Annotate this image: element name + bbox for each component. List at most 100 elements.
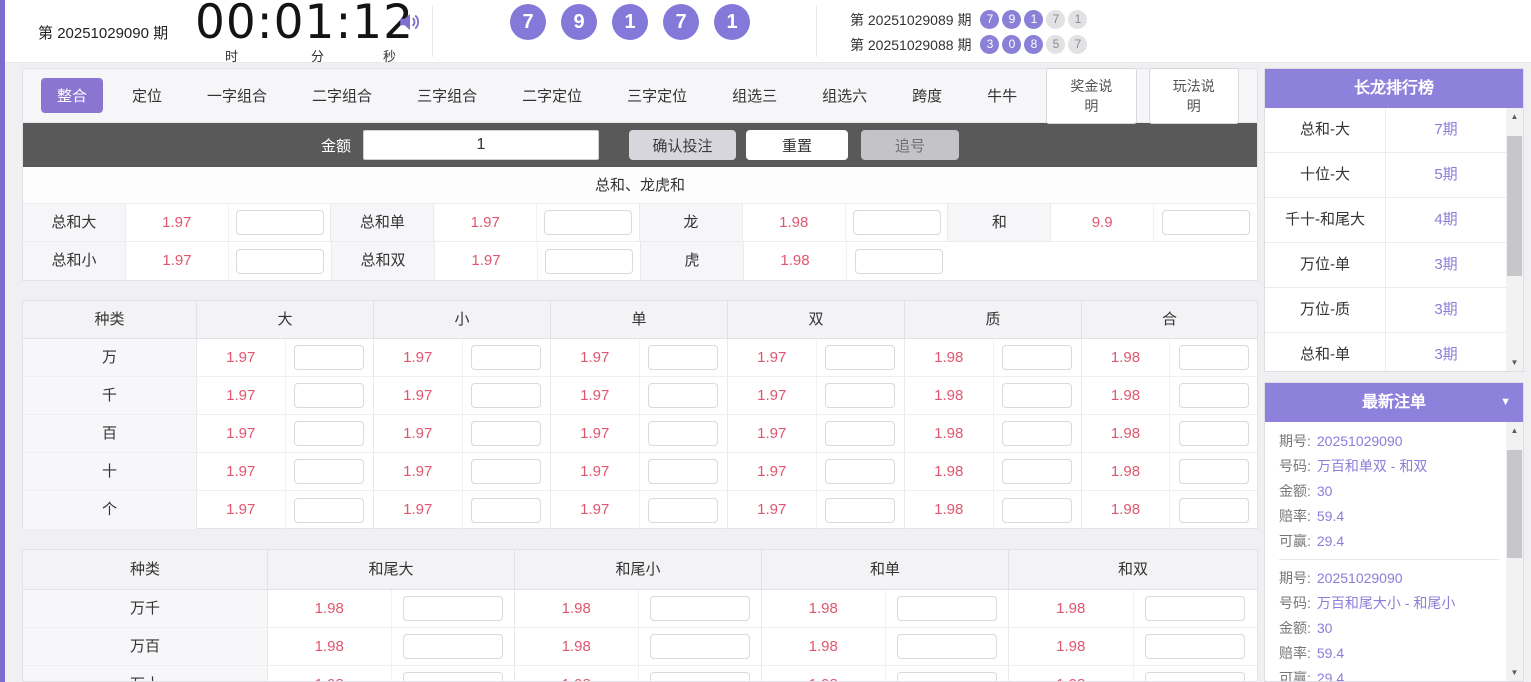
bet-amount-input[interactable] [1179, 498, 1249, 523]
tab-zuxuan-san[interactable]: 组选三 [716, 78, 793, 113]
bet-amount-input[interactable] [648, 421, 718, 446]
rules-info-button[interactable]: 玩法说明 [1149, 68, 1239, 124]
bet-amount-input[interactable] [1002, 459, 1072, 484]
bet-amount-input[interactable] [1162, 210, 1250, 235]
order-win-label: 可赢: [1279, 670, 1311, 681]
bet-amount-input[interactable] [1002, 383, 1072, 408]
tab-erzi-dingwei[interactable]: 二字定位 [506, 78, 598, 113]
bet-amount-input[interactable] [648, 459, 718, 484]
bet-amount-input[interactable] [471, 459, 541, 484]
reset-button[interactable]: 重置 [746, 130, 848, 160]
bet-amount-input[interactable] [294, 383, 364, 408]
play-mode-tabs: 整合 定位 一字组合 二字组合 三字组合 二字定位 三字定位 组选三 组选六 跨… [23, 69, 1257, 123]
scroll-down-icon[interactable]: ▼ [1506, 354, 1523, 371]
amount-input[interactable] [363, 130, 599, 160]
dragon-streak: 5期 [1386, 153, 1506, 197]
tab-erzi-zuhe[interactable]: 二字组合 [296, 78, 388, 113]
chase-number-button[interactable]: 追号 [861, 130, 959, 160]
scroll-up-icon[interactable]: ▲ [1506, 422, 1523, 439]
table-row: 万十 1.98 1.98 1.98 1.98 [23, 666, 1257, 682]
bet-amount-input[interactable] [471, 345, 541, 370]
dragon-scrollbar[interactable]: ▲ ▼ [1506, 108, 1523, 371]
bet-amount-input[interactable] [1002, 498, 1072, 523]
bet-input-cell [229, 204, 332, 241]
bet-amount-input[interactable] [236, 210, 324, 235]
bet-amount-input[interactable] [825, 459, 895, 484]
bet-amount-input[interactable] [897, 672, 997, 682]
collapse-caret-icon[interactable]: ▼ [1500, 383, 1511, 422]
bet-amount-input[interactable] [1179, 421, 1249, 446]
tab-zuxuan-liu[interactable]: 组选六 [806, 78, 883, 113]
tab-kuadu[interactable]: 跨度 [896, 78, 958, 113]
scrollbar-thumb[interactable] [1507, 136, 1522, 276]
tab-sanzi-dingwei[interactable]: 三字定位 [611, 78, 703, 113]
tab-zhenghe[interactable]: 整合 [41, 78, 103, 113]
bet-amount-input[interactable] [650, 596, 750, 621]
prize-info-button[interactable]: 奖金说明 [1046, 68, 1136, 124]
scroll-down-icon[interactable]: ▼ [1506, 664, 1523, 681]
bet-amount-input[interactable] [855, 249, 943, 274]
orders-scrollbar[interactable]: ▲ ▼ [1506, 422, 1523, 681]
bet-amount-input[interactable] [471, 421, 541, 446]
column-header: 种类 [23, 301, 197, 339]
bet-amount-input[interactable] [294, 345, 364, 370]
bet-amount-input[interactable] [825, 383, 895, 408]
odds-value: 1.98 [1082, 339, 1170, 376]
order-amount-label: 金额: [1279, 483, 1311, 499]
bet-amount-input[interactable] [544, 210, 632, 235]
draw-ball: 1 [612, 4, 648, 40]
order-issue-value: 20251029090 [1317, 570, 1403, 586]
bet-amount-input[interactable] [1145, 672, 1245, 682]
bet-amount-input[interactable] [648, 383, 718, 408]
bet-amount-input[interactable] [825, 345, 895, 370]
scroll-up-icon[interactable]: ▲ [1506, 108, 1523, 125]
bet-amount-input[interactable] [403, 634, 503, 659]
bet-amount-input[interactable] [1179, 459, 1249, 484]
bet-amount-input[interactable] [294, 459, 364, 484]
bet-amount-input[interactable] [650, 634, 750, 659]
bet-amount-input[interactable] [897, 634, 997, 659]
bet-amount-input[interactable] [1179, 345, 1249, 370]
tab-dingwei[interactable]: 定位 [116, 78, 178, 113]
odds-value: 1.97 [374, 377, 463, 414]
bet-amount-input[interactable] [294, 421, 364, 446]
dragon-row: 万位-质 3期 [1265, 288, 1506, 333]
speaker-icon[interactable] [397, 9, 423, 40]
bet-amount-input[interactable] [294, 498, 364, 523]
scrollbar-thumb[interactable] [1507, 450, 1522, 558]
bet-amount-input[interactable] [1145, 596, 1245, 621]
dragon-streak: 7期 [1386, 108, 1506, 152]
bet-amount-input[interactable] [1002, 421, 1072, 446]
bet-input-cell [538, 242, 641, 280]
bet-amount-input[interactable] [403, 672, 503, 682]
bet-amount-input[interactable] [650, 672, 750, 682]
bet-amount-input[interactable] [471, 498, 541, 523]
bet-amount-input[interactable] [825, 421, 895, 446]
history-issue: 第 20251029088 期 [850, 35, 971, 55]
bet-amount-input[interactable] [471, 383, 541, 408]
bet-amount-input[interactable] [825, 498, 895, 523]
bet-amount-input[interactable] [545, 249, 633, 274]
odds-value: 1.97 [197, 377, 286, 414]
draw-ball: 1 [714, 4, 750, 40]
tab-yizi-zuhe[interactable]: 一字组合 [191, 78, 283, 113]
order-entry: 期号:20251029090 号码:万百和尾大小 - 和尾小 金额:30 赔率:… [1279, 566, 1499, 681]
tab-sanzi-zuhe[interactable]: 三字组合 [401, 78, 493, 113]
history-ball: 8 [1024, 35, 1043, 54]
bet-amount-input[interactable] [897, 596, 997, 621]
bet-amount-input[interactable] [648, 345, 718, 370]
bet-amount-input[interactable] [1002, 345, 1072, 370]
row-label: 万十 [23, 666, 268, 682]
bet-amount-input[interactable] [236, 249, 324, 274]
bet-input-cell [846, 204, 949, 241]
bet-amount-input[interactable] [648, 498, 718, 523]
bet-amount-input[interactable] [1145, 634, 1245, 659]
confirm-bet-button[interactable]: 确认投注 [629, 130, 736, 160]
bet-amount-input[interactable] [1179, 383, 1249, 408]
row-label: 万千 [23, 590, 268, 627]
dragon-bet-name: 总和-单 [1265, 333, 1386, 371]
tab-niuniu[interactable]: 牛牛 [971, 78, 1033, 113]
bet-amount-input[interactable] [853, 210, 941, 235]
bet-amount-input[interactable] [403, 596, 503, 621]
order-win-label: 可赢: [1279, 533, 1311, 549]
